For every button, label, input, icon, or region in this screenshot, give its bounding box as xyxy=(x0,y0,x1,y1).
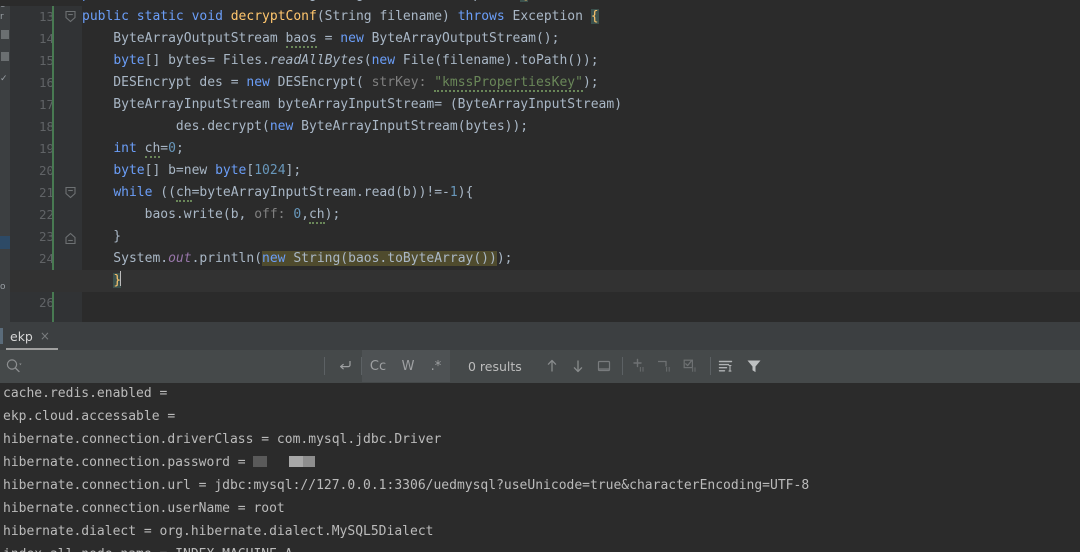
fold-collapse-icon[interactable] xyxy=(64,10,77,23)
find-next-icon[interactable] xyxy=(568,356,588,376)
toolbar-separator xyxy=(324,357,325,375)
line-number: 18 xyxy=(38,119,54,134)
select-lines-icon[interactable] xyxy=(680,356,700,376)
wrap-lines-icon[interactable] xyxy=(654,356,674,376)
strip-marker xyxy=(1,52,9,61)
line-number: 16 xyxy=(38,75,54,90)
console-line: hibernate.connection.driverClass = com.m… xyxy=(3,432,442,447)
console-line: ekp.cloud.accessable = xyxy=(3,409,184,424)
add-line-above-icon[interactable] xyxy=(628,356,648,376)
line-number: 19 xyxy=(38,141,54,156)
run-tool-window: ekp × Cc W .* 0 results cache.redis.enab… xyxy=(0,322,1080,552)
code-line-13[interactable]: public static void decryptConf(String fi… xyxy=(82,6,1080,28)
code-line-17[interactable]: ByteArrayInputStream byteArrayInputStrea… xyxy=(82,94,1080,116)
fold-collapse-icon[interactable] xyxy=(64,186,77,199)
regex-label: .* xyxy=(430,358,442,374)
strip-highlight xyxy=(0,236,10,249)
match-case-button[interactable]: Cc xyxy=(362,350,394,382)
partial-line-above: public static void main(String[] args) t… xyxy=(0,0,1080,6)
strip-fragment: r xyxy=(0,12,4,22)
regex-button[interactable]: .* xyxy=(422,350,450,382)
console-line: hibernate.connection.userName = root xyxy=(3,501,285,516)
line-number: 23 xyxy=(38,229,54,244)
console-line: hibernate.dialect = org.hibernate.dialec… xyxy=(3,524,434,539)
code-line-18[interactable]: des.decrypt(new ByteArrayInputStream(byt… xyxy=(82,116,1080,138)
console-line: cache.redis.enabled = xyxy=(3,386,176,401)
filter-icon[interactable] xyxy=(744,356,764,376)
match-case-label: Cc xyxy=(369,358,387,374)
redaction-block xyxy=(253,456,268,467)
tab-ekp[interactable]: ekp × xyxy=(4,322,58,350)
soft-wrap-icon[interactable] xyxy=(716,356,736,376)
code-editor[interactable]: c r ✓ o 13 14 15 16 17 18 19 20 21 22 23… xyxy=(0,0,1080,322)
code-line-22[interactable]: baos.write(b, off: 0,ch); xyxy=(82,204,1080,226)
tab-label: ekp xyxy=(10,328,33,344)
search-input[interactable] xyxy=(24,353,326,379)
strip-fragment: o xyxy=(0,282,6,292)
close-icon[interactable]: × xyxy=(40,330,50,342)
redaction-block xyxy=(303,456,316,467)
code-line-25[interactable]: } xyxy=(82,270,1080,292)
select-all-occurrences-icon[interactable] xyxy=(594,356,614,376)
tool-window-tabbar: ekp × xyxy=(0,322,1080,351)
words-label: W xyxy=(401,358,415,374)
code-line-24[interactable]: System.out.println(new String(baos.toByt… xyxy=(82,248,1080,270)
search-icon[interactable] xyxy=(4,356,24,376)
line-number: 13 xyxy=(38,9,54,24)
left-tool-strip[interactable]: c r ✓ o xyxy=(0,0,10,322)
fold-end-icon[interactable] xyxy=(64,232,77,245)
code-line-16[interactable]: DESEncrypt des = new DESEncrypt( strKey:… xyxy=(82,72,1080,94)
line-number: 22 xyxy=(38,207,54,222)
code-line-21[interactable]: while ((ch=byteArrayInputStream.read(b))… xyxy=(82,182,1080,204)
code-line-20[interactable]: byte[] b=new byte[1024]; xyxy=(82,160,1080,182)
line-number: 21 xyxy=(38,185,54,200)
new-line-button[interactable] xyxy=(330,350,360,382)
code-line-26[interactable] xyxy=(82,292,1080,314)
tab-pin-marker xyxy=(0,328,3,344)
code-text-area[interactable]: public static void decryptConf(String fi… xyxy=(82,0,1080,322)
console-line-password: hibernate.connection.password = xyxy=(0,452,316,475)
line-number: 24 xyxy=(38,251,54,266)
words-button[interactable]: W xyxy=(394,350,422,382)
line-number: 26 xyxy=(38,295,54,310)
console-line: hibernate.connection.url = jdbc:mysql://… xyxy=(3,478,810,493)
code-line-23[interactable]: } xyxy=(82,226,1080,248)
strip-fragment: ✓ xyxy=(0,74,8,84)
find-previous-icon[interactable] xyxy=(542,356,562,376)
console-output[interactable]: cache.redis.enabled = ekp.cloud.accessab… xyxy=(0,383,1080,552)
console-line: index.all.node.name = INDEX.MACHINE.A xyxy=(0,544,293,552)
toolbar-separator xyxy=(710,357,711,375)
line-number: 20 xyxy=(38,163,54,178)
ide-window: c r ✓ o 13 14 15 16 17 18 19 20 21 22 23… xyxy=(0,0,1080,552)
console-find-bar: Cc W .* 0 results xyxy=(0,350,1080,384)
redaction-block xyxy=(289,456,304,467)
strip-marker xyxy=(1,30,9,39)
console-line-text: hibernate.connection.password = xyxy=(3,455,254,470)
line-number: 15 xyxy=(38,53,54,68)
code-line-14[interactable]: ByteArrayOutputStream baos = new ByteArr… xyxy=(82,28,1080,50)
line-number: 14 xyxy=(38,31,54,46)
line-number: 17 xyxy=(38,97,54,112)
code-line-15[interactable]: byte[] bytes= Files.readAllBytes(new Fil… xyxy=(82,50,1080,72)
code-line-19[interactable]: int ch=0; xyxy=(82,138,1080,160)
search-field-wrapper[interactable] xyxy=(0,350,326,382)
toolbar-separator xyxy=(622,357,623,375)
results-count: 0 results xyxy=(468,358,522,374)
